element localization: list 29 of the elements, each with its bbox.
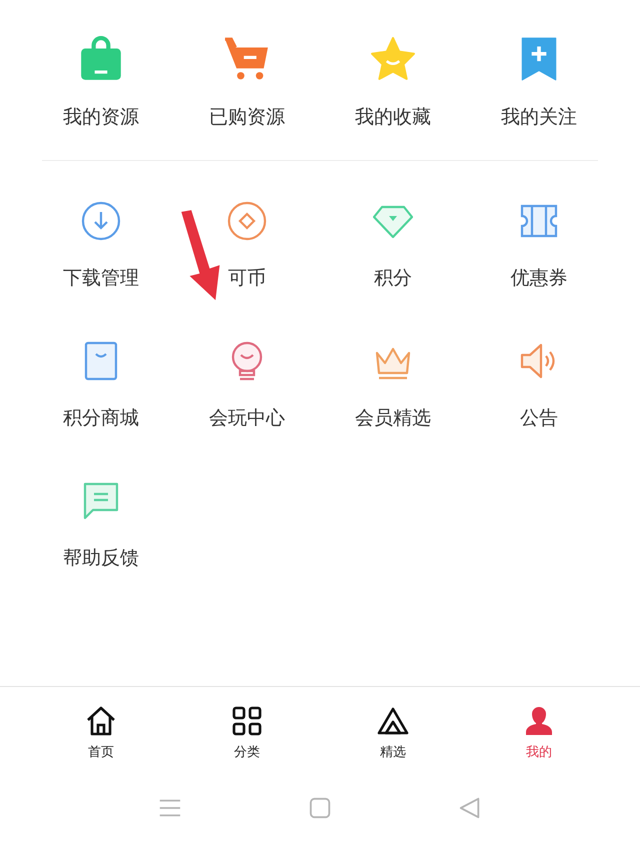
- menu-item[interactable]: 我的关注: [466, 36, 612, 128]
- menu-item[interactable]: 下载管理: [28, 201, 174, 289]
- person-icon: [523, 705, 555, 737]
- nav-tab[interactable]: 精选: [320, 705, 466, 761]
- menu-item[interactable]: 我的收藏: [320, 36, 466, 128]
- square-icon[interactable]: [308, 796, 332, 820]
- home-icon: [85, 705, 117, 737]
- nav-tab[interactable]: 分类: [174, 705, 320, 761]
- download-icon: [81, 201, 121, 241]
- nav-tab[interactable]: 我的: [466, 705, 612, 761]
- menu-item[interactable]: 我的资源: [28, 36, 174, 128]
- cart-icon: [224, 36, 270, 82]
- menu-item[interactable]: 积分商城: [28, 341, 174, 429]
- back-icon[interactable]: [458, 796, 482, 820]
- chat-icon: [81, 481, 121, 521]
- coin-icon: [227, 201, 267, 241]
- menu-item[interactable]: 已购资源: [174, 36, 320, 128]
- grid-icon: [231, 705, 263, 737]
- tent-icon: [377, 705, 409, 737]
- menu-item[interactable]: 会玩中心: [174, 341, 320, 429]
- menu-item[interactable]: 会员精选: [320, 341, 466, 429]
- menu-item[interactable]: 积分: [320, 201, 466, 289]
- menu-item[interactable]: 可币: [174, 201, 320, 289]
- menu-item[interactable]: 公告: [466, 341, 612, 429]
- nav-tab[interactable]: 首页: [28, 705, 174, 761]
- bag-icon: [78, 36, 124, 82]
- menu-item[interactable]: 优惠券: [466, 201, 612, 289]
- menu-item[interactable]: 帮助反馈: [28, 481, 174, 569]
- star-icon: [370, 36, 416, 82]
